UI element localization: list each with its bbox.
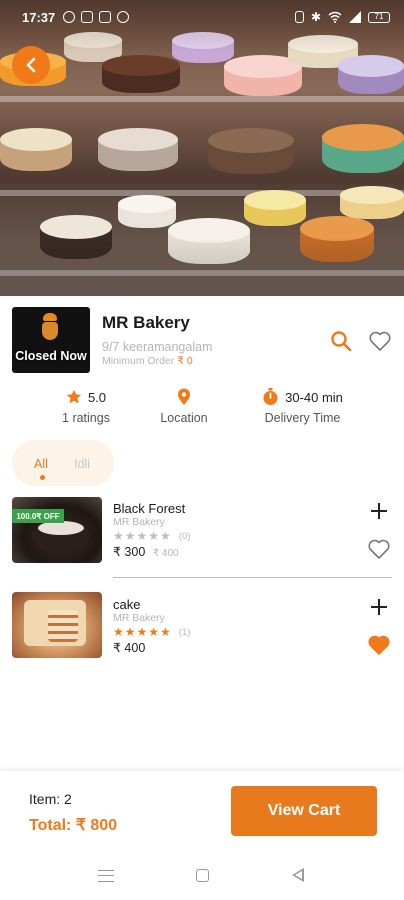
back-triangle-icon[interactable] xyxy=(292,868,304,882)
heart-outline-icon xyxy=(369,331,391,351)
chef-logo-icon xyxy=(41,313,59,341)
store-logo: Closed Now xyxy=(12,307,90,373)
app-icon xyxy=(117,11,130,23)
product-price: ₹ 300 ₹ 400 xyxy=(113,544,179,559)
home-icon[interactable] xyxy=(196,869,209,882)
favorite-button[interactable] xyxy=(367,538,391,560)
star-empty-icon: ★★★★★ xyxy=(113,529,172,543)
signal-icon xyxy=(349,11,361,23)
tab-idli[interactable]: Idli xyxy=(74,457,90,471)
minimum-order-value: ₹ 0 xyxy=(177,355,193,367)
price-value: ₹ 300 xyxy=(113,545,146,559)
product-store: MR Bakery xyxy=(113,516,165,528)
product-name: Black Forest xyxy=(113,501,186,516)
minimum-order-label: Minimum Order xyxy=(102,355,175,367)
product-divider xyxy=(113,577,392,578)
cart-item-count: Item: 2 xyxy=(29,791,72,807)
cake-layers xyxy=(48,610,78,642)
delivery-time-stat: 30-40 min Delivery Time xyxy=(255,387,350,425)
product-name: cake xyxy=(113,597,141,612)
product-price: ₹ 400 xyxy=(113,640,145,655)
favorite-button[interactable] xyxy=(367,634,391,656)
rating-count-label: 1 ratings xyxy=(62,411,110,425)
heart-outline-icon xyxy=(368,539,390,559)
whatsapp-icon xyxy=(63,11,76,23)
bluetooth-icon: ✱ xyxy=(310,10,321,24)
price-value: ₹ 400 xyxy=(113,641,146,655)
product-rating: ★★★★★ (1) xyxy=(113,625,190,639)
notification-icons xyxy=(63,11,130,23)
status-bar: 17:37 ✱ 71 xyxy=(0,0,404,34)
product-store: MR Bakery xyxy=(113,612,165,624)
stopwatch-icon xyxy=(263,388,278,405)
rating-count: (1) xyxy=(178,626,191,638)
delivery-time-value: 30-40 min xyxy=(285,389,343,405)
search-button[interactable] xyxy=(330,330,352,352)
tab-all[interactable]: All xyxy=(34,457,48,471)
vibrate-icon xyxy=(294,11,304,23)
cart-total: Total: ₹ 800 xyxy=(29,817,118,834)
banner-shade xyxy=(0,0,404,296)
star-filled-icon: ★★★★★ xyxy=(113,625,172,639)
store-status-label: Closed Now xyxy=(15,349,87,363)
store-banner-image xyxy=(0,0,404,296)
app-icon xyxy=(99,11,112,23)
delivery-time-label: Delivery Time xyxy=(264,411,341,425)
search-icon xyxy=(331,331,352,352)
location-stat[interactable]: Location xyxy=(152,387,216,425)
store-name: MR Bakery xyxy=(102,313,190,332)
rating-count: (0) xyxy=(178,530,191,542)
discount-badge: 100.0₹ OFF xyxy=(12,509,64,523)
mail-icon xyxy=(81,11,94,23)
minimum-order: Minimum Order ₹ 0 xyxy=(102,355,193,367)
battery-icon: 71 xyxy=(368,11,390,23)
active-tab-indicator xyxy=(40,475,45,480)
location-pin-icon xyxy=(178,388,190,405)
store-address: 9/7 keeramangalam xyxy=(102,340,213,354)
wifi-icon xyxy=(328,11,342,23)
chevron-left-icon xyxy=(26,57,36,73)
add-to-cart-button[interactable] xyxy=(369,501,389,521)
back-button[interactable] xyxy=(12,46,50,84)
favorite-store-button[interactable] xyxy=(368,330,392,352)
location-label: Location xyxy=(160,411,208,425)
old-price: ₹ 400 xyxy=(152,548,179,559)
cart-summary-bar: Item: 2 Total: ₹ 800 View Cart xyxy=(0,771,404,846)
category-tabs: All Idli xyxy=(12,440,114,486)
system-navigation-bar xyxy=(0,846,404,900)
product-rating: ★★★★★ (0) xyxy=(113,529,190,543)
star-icon xyxy=(66,389,82,404)
view-cart-button[interactable]: View Cart xyxy=(231,786,377,836)
add-to-cart-button[interactable] xyxy=(369,597,389,617)
system-icons: ✱ 71 xyxy=(294,10,390,24)
rating-value: 5.0 xyxy=(87,389,107,405)
status-time: 17:37 xyxy=(22,9,56,25)
cake-shape xyxy=(38,521,84,535)
rating-stat: 5.0 1 ratings xyxy=(56,387,116,426)
recent-apps-icon[interactable] xyxy=(98,870,114,882)
heart-filled-icon xyxy=(368,635,390,655)
product-image[interactable]: 100.0₹ OFF xyxy=(12,497,102,563)
product-image[interactable] xyxy=(12,592,102,658)
